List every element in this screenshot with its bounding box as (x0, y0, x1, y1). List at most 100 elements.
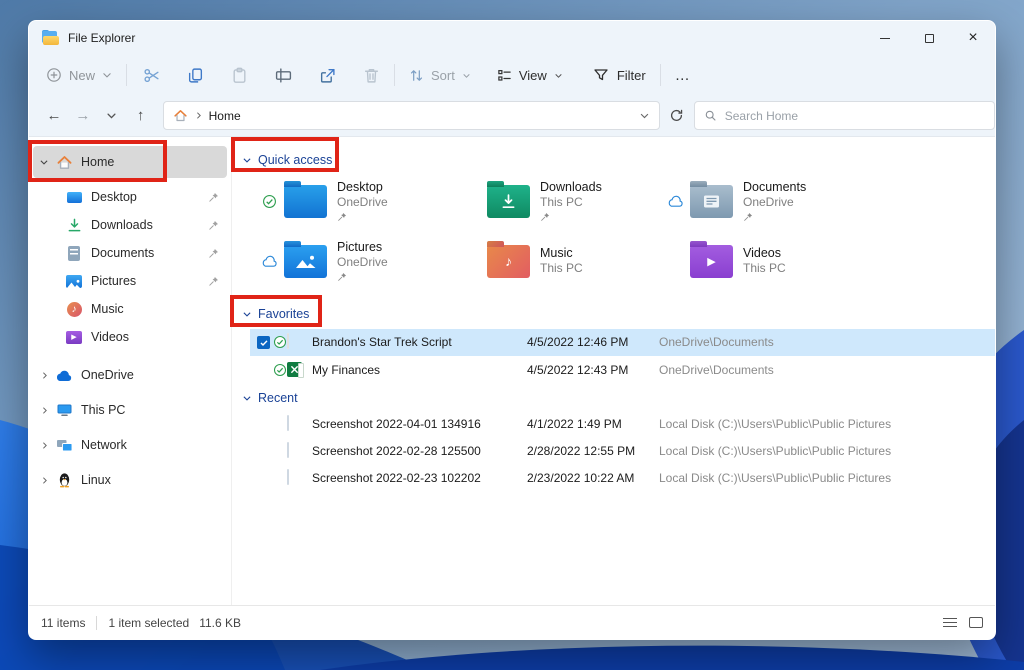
sort-button[interactable]: Sort (409, 68, 471, 83)
new-button[interactable]: New (46, 67, 112, 83)
share-button[interactable] (319, 67, 336, 84)
filter-button[interactable]: Filter (593, 67, 646, 83)
paste-button[interactable] (231, 67, 248, 84)
sync-status-icon (273, 335, 287, 352)
sidebar-item-this-pc[interactable]: This PC (33, 394, 227, 426)
file-row[interactable]: Screenshot 2022-04-01 134916 4/1/2022 1:… (250, 411, 995, 438)
sidebar-item-onedrive[interactable]: OneDrive (33, 359, 227, 391)
sidebar-item-label: Home (81, 155, 115, 169)
image-file-icon (287, 415, 289, 431)
sidebar-item-videos[interactable]: ▶ Videos (33, 323, 227, 351)
refresh-icon (670, 109, 682, 121)
ellipsis-icon: … (674, 66, 691, 84)
up-button[interactable]: ↑ (133, 107, 149, 124)
chevron-right-icon[interactable] (33, 371, 55, 380)
favorites-header[interactable]: Favorites (242, 305, 309, 322)
cut-button[interactable] (143, 67, 160, 84)
chevron-down-icon (243, 395, 251, 401)
rename-button[interactable] (275, 67, 292, 84)
navigation-pane: Home Desktop Downloads Documents Picture… (29, 137, 231, 605)
recent-header[interactable]: Recent (242, 389, 298, 406)
chevron-down-icon (102, 70, 112, 80)
tile-pictures[interactable]: Pictures OneDrive (258, 233, 461, 289)
refresh-button[interactable] (669, 108, 684, 123)
breadcrumb-location[interactable]: Home (209, 109, 241, 123)
chevron-right-icon[interactable] (33, 406, 55, 415)
tile-music[interactable]: ♪ Music This PC (461, 233, 664, 289)
pin-icon (208, 192, 219, 203)
onedrive-cloud-icon (55, 367, 73, 384)
tile-documents[interactable]: Documents OneDrive (664, 173, 867, 229)
more-options-button[interactable]: … (675, 67, 691, 84)
address-bar: ← → ↑ Home (29, 95, 995, 137)
forward-arrow-icon: → (75, 107, 91, 124)
home-icon (173, 108, 188, 123)
chevron-down-icon (462, 71, 471, 80)
search-input[interactable] (724, 108, 975, 123)
plus-circle-icon (46, 67, 62, 83)
file-row[interactable]: My Finances 4/5/2022 12:43 PM OneDrive\D… (250, 357, 995, 384)
this-pc-icon (55, 402, 73, 419)
sidebar-item-linux[interactable]: Linux (33, 464, 227, 496)
image-file-icon (287, 442, 289, 458)
sidebar-item-music[interactable]: ♪ Music (33, 295, 227, 323)
sync-status-icon (258, 194, 280, 209)
breadcrumb-bar[interactable]: Home (162, 101, 660, 130)
document-icon (287, 333, 289, 349)
home-icon (55, 154, 73, 171)
sidebar-item-pictures[interactable]: Pictures (33, 267, 227, 295)
sidebar-item-documents[interactable]: Documents (33, 239, 227, 267)
large-icons-view-button[interactable] (969, 617, 983, 628)
maximize-icon (924, 33, 934, 43)
status-divider (96, 615, 98, 630)
file-row[interactable]: Screenshot 2022-02-23 102202 2/23/2022 1… (250, 465, 995, 492)
chevron-down-icon (107, 113, 116, 119)
tile-downloads[interactable]: Downloads This PC (461, 173, 664, 229)
sort-arrows-icon (409, 68, 424, 83)
checkbox-checked-icon[interactable] (257, 336, 270, 349)
pin-icon (337, 212, 388, 222)
pin-icon (540, 212, 602, 222)
maximize-button[interactable] (907, 21, 951, 55)
chevron-right-icon (194, 111, 203, 120)
close-button[interactable]: × (951, 21, 995, 55)
trash-icon (363, 67, 380, 84)
file-row-selected[interactable]: Brandon's Star Trek Script 4/5/2022 12:4… (250, 329, 995, 356)
up-arrow-icon: ↑ (136, 107, 145, 124)
sidebar-item-downloads[interactable]: Downloads (33, 211, 227, 239)
delete-button[interactable] (363, 67, 380, 84)
copy-button[interactable] (187, 67, 204, 84)
folder-icon (284, 244, 327, 278)
sidebar-item-desktop[interactable]: Desktop (33, 183, 227, 211)
details-view-button[interactable] (943, 617, 957, 628)
sidebar-item-network[interactable]: Network (33, 429, 227, 461)
sidebar-item-home[interactable]: Home (33, 146, 227, 178)
filter-funnel-icon (593, 67, 609, 83)
share-icon (319, 67, 336, 84)
quick-access-header[interactable]: Quick access (242, 151, 332, 168)
view-layout-icon (497, 68, 512, 83)
documents-icon (65, 245, 83, 262)
folder-icon (284, 184, 327, 218)
file-row[interactable]: Screenshot 2022-02-28 125500 2/28/2022 1… (250, 438, 995, 465)
tile-desktop[interactable]: Desktop OneDrive (258, 173, 461, 229)
cloud-status-icon (664, 195, 686, 208)
folder-icon (487, 184, 530, 218)
view-label: View (518, 67, 547, 83)
chevron-down-icon[interactable] (33, 157, 55, 167)
file-explorer-icon (42, 30, 59, 45)
minimize-icon (880, 37, 890, 39)
forward-button[interactable]: → (75, 107, 91, 124)
minimize-button[interactable] (863, 21, 907, 55)
view-button[interactable]: View (497, 68, 563, 83)
search-box[interactable] (693, 101, 995, 130)
back-button[interactable]: ← (46, 107, 62, 124)
tile-videos[interactable]: ▶ Videos This PC (664, 233, 867, 289)
recent-locations-button[interactable] (104, 110, 120, 121)
pin-icon (208, 248, 219, 259)
chevron-right-icon[interactable] (33, 476, 55, 485)
chevron-right-icon[interactable] (33, 441, 55, 450)
sync-status-icon (273, 363, 287, 380)
address-dropdown-button[interactable] (639, 110, 650, 121)
chevron-down-icon (243, 157, 251, 163)
